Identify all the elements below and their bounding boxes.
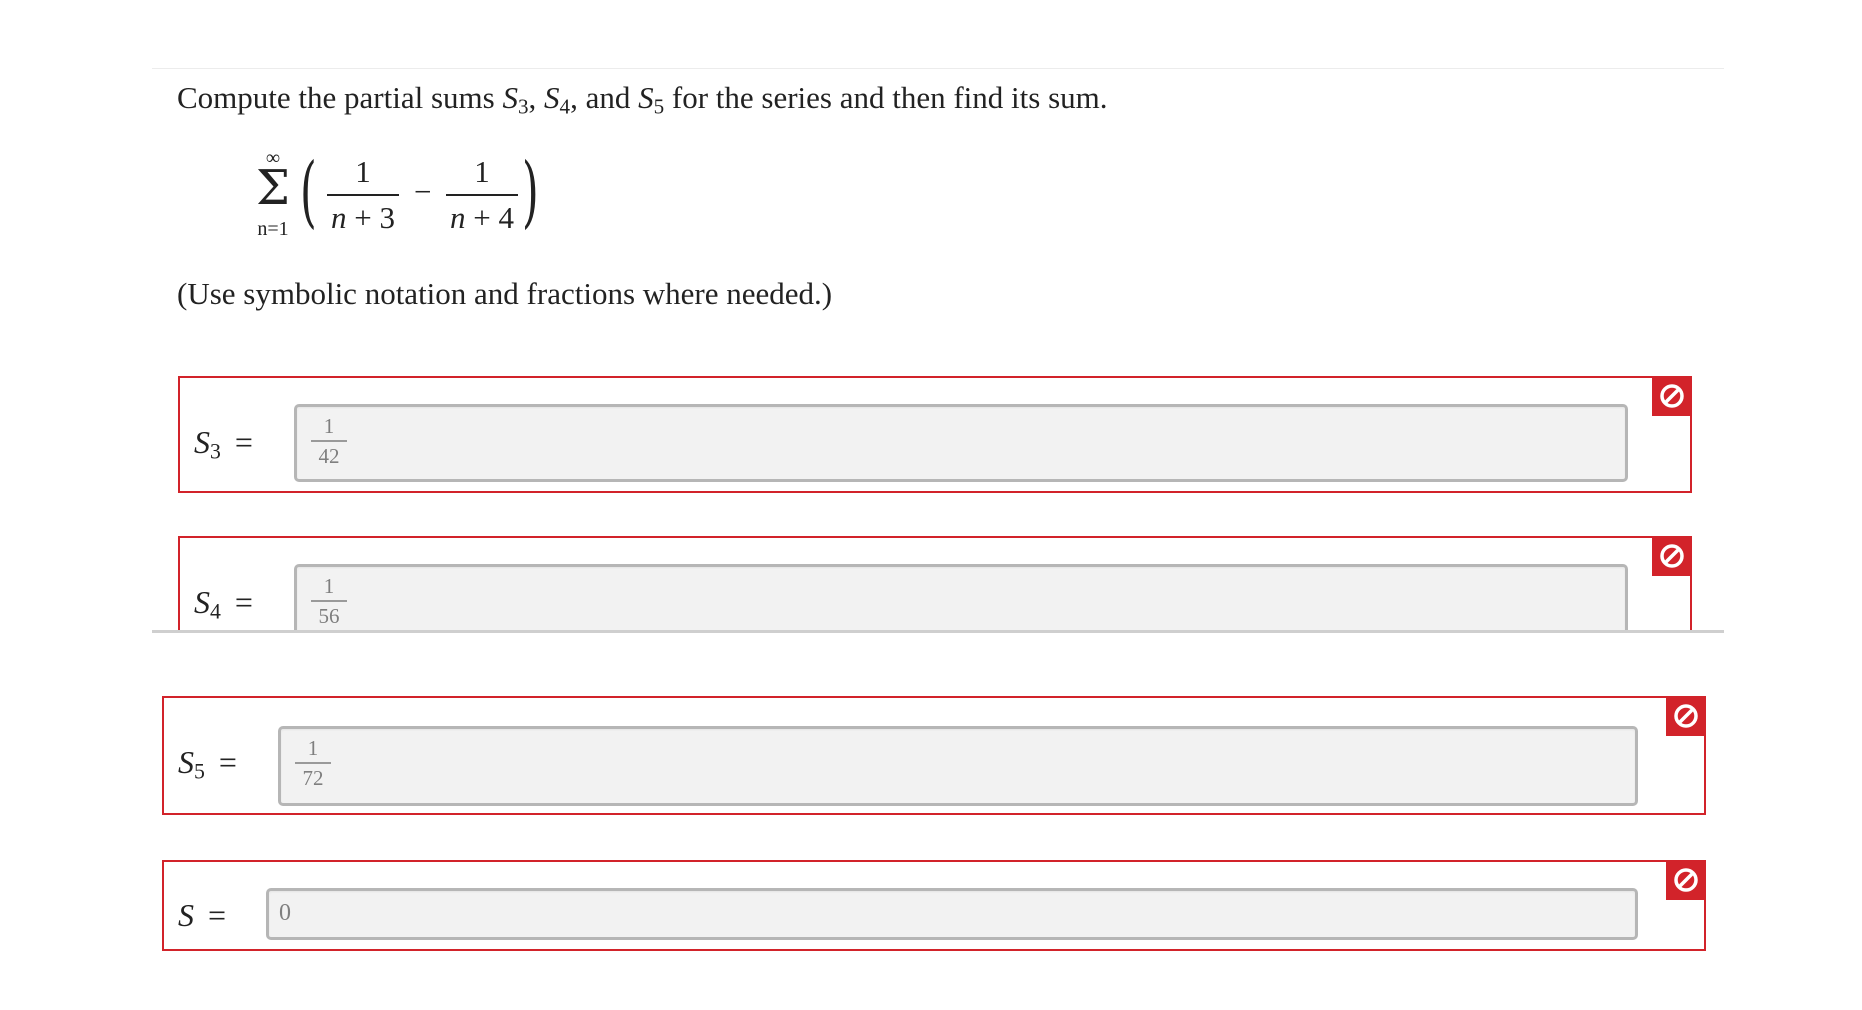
incorrect-icon <box>1666 696 1706 736</box>
fraction-1: 1 n + 3 <box>323 154 403 236</box>
sum-value: 0 <box>279 900 291 926</box>
question-text: Compute the partial sums S3, S4, and S5 … <box>177 80 1108 119</box>
s3-label: S3 = <box>194 424 253 464</box>
answer-box-s3: S3 = 1 42 <box>178 376 1692 493</box>
sum-symbol: Σ <box>256 160 290 216</box>
s3-value: 1 42 <box>311 415 347 467</box>
incorrect-icon <box>1652 536 1692 576</box>
s5-input[interactable]: 1 72 <box>278 726 1638 806</box>
incorrect-icon <box>1652 376 1692 416</box>
s3-input[interactable]: 1 42 <box>294 404 1628 482</box>
s-label: S = <box>178 897 227 933</box>
s4-label: S4 = <box>194 584 253 624</box>
left-paren: ( <box>300 147 317 237</box>
page-break-line <box>152 630 1724 633</box>
sum-input[interactable]: 0 <box>266 888 1638 940</box>
sum-lower-limit: n=1 <box>257 218 289 240</box>
s5-label: S5 = <box>178 744 237 784</box>
s4-value: 1 56 <box>311 575 347 627</box>
fraction-2: 1 n + 4 <box>442 154 522 236</box>
top-divider <box>152 68 1724 69</box>
incorrect-icon <box>1666 860 1706 900</box>
s5-value: 1 72 <box>295 737 331 789</box>
page-gap <box>150 633 1730 693</box>
minus-sign: − <box>414 174 432 209</box>
series-formula: ∞ Σ n=1 ( 1 n + 3 − 1 n + 4 ) <box>248 148 548 248</box>
answer-box-s5: S5 = 1 72 <box>162 696 1706 815</box>
right-paren: ) <box>522 147 539 237</box>
answer-box-s: S = 0 <box>162 860 1706 951</box>
instruction-note: (Use symbolic notation and fractions whe… <box>177 276 833 311</box>
